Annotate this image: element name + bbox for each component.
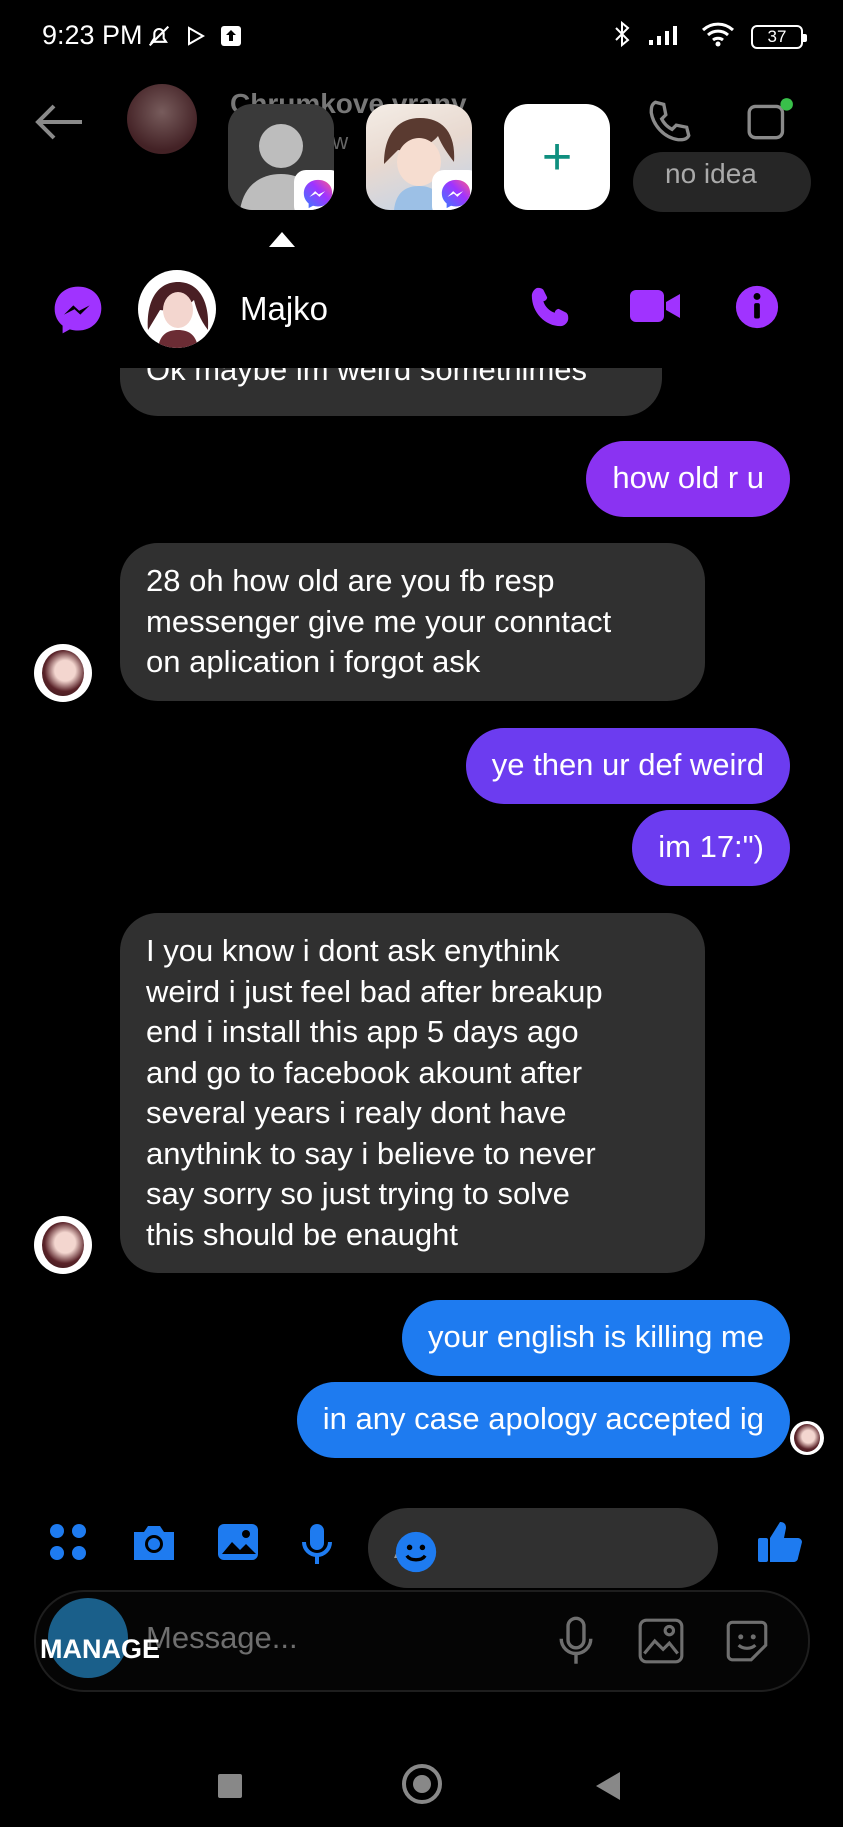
outgoing-message[interactable]: your english is killing me	[402, 1300, 790, 1376]
contact-avatar-large[interactable]	[138, 270, 216, 348]
chat-head-anime-user[interactable]	[366, 104, 472, 210]
outgoing-message[interactable]: how old r u	[586, 441, 790, 517]
message-list[interactable]: Ok maybe im weird somethimes how old r u…	[8, 248, 835, 1478]
outgoing-message[interactable]: im 17:")	[632, 810, 790, 886]
microphone-icon[interactable]	[300, 1522, 334, 1571]
mute-bell-icon	[145, 22, 173, 55]
background-chat-avatar	[127, 84, 197, 154]
contact-avatar	[34, 644, 92, 702]
add-chat-head-button[interactable]: +	[504, 104, 610, 210]
chat-head-pointer	[269, 232, 295, 247]
underlying-microphone-icon[interactable]	[556, 1616, 596, 1671]
background-call-icon[interactable]	[645, 96, 695, 151]
chat-head-unknown-user[interactable]	[228, 104, 334, 210]
back-arrow-icon[interactable]	[32, 102, 84, 147]
like-thumb-icon[interactable]	[756, 1518, 804, 1569]
underlying-image-icon[interactable]	[636, 1616, 686, 1671]
recents-button[interactable]	[218, 1774, 242, 1798]
manage-button[interactable]: MANAGE	[40, 1634, 160, 1665]
message-input[interactable]: Aa	[368, 1508, 718, 1588]
background-last-message: no idea	[633, 152, 811, 212]
emoji-icon[interactable]	[394, 1530, 702, 1582]
wifi-icon	[701, 21, 735, 52]
outgoing-message[interactable]: ye then ur def weird	[465, 728, 790, 804]
chat-heads-row: +	[228, 104, 610, 210]
bluetooth-icon	[613, 20, 631, 53]
signal-icon	[647, 22, 685, 51]
contact-name: Majko	[240, 290, 329, 327]
incoming-message[interactable]: 28 oh how old are you fb resp messenger …	[120, 543, 705, 701]
camera-icon[interactable]	[130, 1522, 178, 1567]
underlying-message-placeholder[interactable]: Message...	[146, 1620, 298, 1656]
outgoing-message[interactable]: in any case apology accepted ig	[296, 1382, 790, 1458]
play-store-icon	[187, 26, 206, 51]
info-icon[interactable]	[734, 284, 780, 335]
composer-bar: Aa	[8, 1478, 835, 1593]
chat-head-panel: Ok maybe im weird somethimes how old r u…	[8, 248, 835, 1593]
home-button[interactable]	[402, 1764, 442, 1804]
audio-call-icon[interactable]	[528, 284, 574, 335]
status-right-icons: 37	[613, 20, 807, 53]
upload-icon	[219, 24, 243, 53]
status-bar: 9:23 PM 37	[0, 0, 843, 74]
gallery-icon[interactable]	[216, 1522, 260, 1567]
more-actions-icon[interactable]	[48, 1522, 88, 1567]
battery-indicator: 37	[751, 24, 807, 49]
messenger-badge-icon	[294, 170, 334, 210]
chat-header: Majko	[8, 248, 835, 368]
background-video-icon[interactable]	[745, 96, 795, 151]
messenger-logo-icon[interactable]	[50, 282, 106, 343]
back-button[interactable]	[596, 1772, 620, 1800]
status-left-icons	[145, 22, 243, 55]
underlying-sticker-icon[interactable]	[722, 1616, 772, 1671]
video-call-icon[interactable]	[628, 286, 682, 331]
read-receipt-avatar	[790, 1421, 824, 1455]
navigation-bar	[0, 1740, 843, 1827]
messenger-badge-icon	[432, 170, 472, 210]
incoming-message[interactable]: I you know i dont ask enythink weird i j…	[120, 913, 705, 1273]
status-time: 9:23 PM	[42, 20, 143, 50]
contact-avatar	[34, 1216, 92, 1274]
